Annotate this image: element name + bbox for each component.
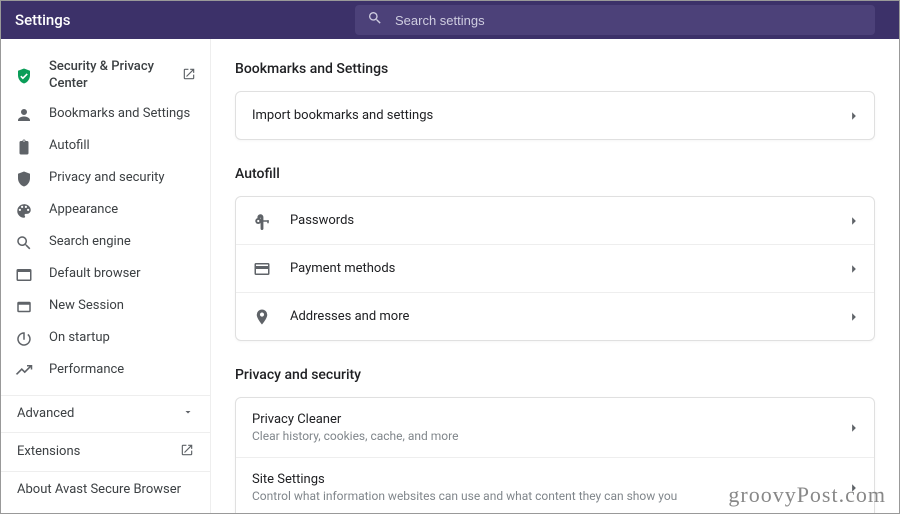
palette-icon: [15, 202, 33, 220]
chevron-right-icon: [850, 418, 858, 437]
sidebar-item-label: On startup: [49, 330, 196, 347]
sidebar-item-autofill[interactable]: Autofill: [1, 131, 210, 163]
sidebar-item-label: New Session: [49, 298, 196, 315]
external-link-icon: [182, 67, 196, 85]
row-sublabel: Control what information websites can us…: [252, 489, 832, 503]
sidebar-item-default-browser[interactable]: Default browser: [1, 259, 210, 291]
sidebar-extensions[interactable]: Extensions: [1, 432, 210, 471]
sidebar-about[interactable]: About Avast Secure Browser: [1, 471, 210, 507]
person-icon: [15, 106, 33, 124]
advanced-label: Advanced: [17, 406, 74, 421]
sidebar-item-appearance[interactable]: Appearance: [1, 195, 210, 227]
performance-icon: [15, 362, 33, 380]
shield-icon: [15, 170, 33, 188]
row-site-settings[interactable]: Site Settings Control what information w…: [236, 458, 874, 513]
search-icon: [367, 10, 383, 30]
sidebar-advanced-toggle[interactable]: Advanced: [1, 395, 210, 432]
sidebar-item-performance[interactable]: Performance: [1, 355, 210, 387]
header: Settings: [1, 1, 899, 39]
section-title-autofill: Autofill: [235, 166, 875, 182]
row-import-bookmarks[interactable]: Import bookmarks and settings: [236, 92, 874, 139]
card-autofill: Passwords Payment methods Addresses and …: [235, 196, 875, 341]
browser-icon: [15, 266, 33, 284]
row-label: Import bookmarks and settings: [252, 108, 832, 123]
sidebar-item-label: Security & Privacy Center: [49, 59, 166, 93]
chevron-right-icon: [850, 211, 858, 230]
sidebar-item-label: Bookmarks and Settings: [49, 106, 196, 123]
search-box[interactable]: [355, 5, 875, 35]
extensions-label: Extensions: [17, 444, 80, 459]
search-input[interactable]: [395, 13, 863, 28]
sidebar-item-label: Privacy and security: [49, 170, 196, 187]
key-icon: [252, 212, 272, 230]
sidebar-item-label: Default browser: [49, 266, 196, 283]
sidebar-item-label: Performance: [49, 362, 196, 379]
sidebar-item-new-session[interactable]: New Session: [1, 291, 210, 323]
power-icon: [15, 330, 33, 348]
row-sublabel: Clear history, cookies, cache, and more: [252, 429, 832, 443]
row-label: Passwords: [290, 213, 832, 228]
sidebar-item-label: Autofill: [49, 138, 196, 155]
card-icon: [252, 260, 272, 278]
page-title: Settings: [15, 11, 335, 29]
main-content: Bookmarks and Settings Import bookmarks …: [211, 39, 899, 513]
shield-check-icon: [15, 67, 33, 85]
sidebar-item-label: Appearance: [49, 202, 196, 219]
row-label: Payment methods: [290, 261, 832, 276]
chevron-right-icon: [850, 259, 858, 278]
sidebar-item-security-privacy-center[interactable]: Security & Privacy Center: [1, 53, 210, 99]
sidebar-item-search-engine[interactable]: Search engine: [1, 227, 210, 259]
chevron-down-icon: [182, 406, 194, 422]
section-title-privacy: Privacy and security: [235, 367, 875, 383]
row-label: Addresses and more: [290, 309, 832, 324]
sidebar-item-privacy[interactable]: Privacy and security: [1, 163, 210, 195]
card-bookmarks: Import bookmarks and settings: [235, 91, 875, 140]
row-payment-methods[interactable]: Payment methods: [236, 245, 874, 293]
sidebar-item-on-startup[interactable]: On startup: [1, 323, 210, 355]
external-link-icon: [180, 443, 194, 461]
sidebar: Security & Privacy Center Bookmarks and …: [1, 39, 211, 513]
sidebar-item-label: Search engine: [49, 234, 196, 251]
row-privacy-cleaner[interactable]: Privacy Cleaner Clear history, cookies, …: [236, 398, 874, 458]
search-icon: [15, 234, 33, 252]
row-addresses[interactable]: Addresses and more: [236, 293, 874, 340]
clipboard-icon: [15, 138, 33, 156]
row-label: Site Settings: [252, 472, 832, 487]
chevron-right-icon: [850, 106, 858, 125]
chevron-right-icon: [850, 478, 858, 497]
sidebar-item-bookmarks[interactable]: Bookmarks and Settings: [1, 99, 210, 131]
card-privacy: Privacy Cleaner Clear history, cookies, …: [235, 397, 875, 513]
chevron-right-icon: [850, 307, 858, 326]
pin-icon: [252, 308, 272, 326]
about-label: About Avast Secure Browser: [17, 482, 181, 497]
row-label: Privacy Cleaner: [252, 412, 832, 427]
row-passwords[interactable]: Passwords: [236, 197, 874, 245]
section-title-bookmarks: Bookmarks and Settings: [235, 61, 875, 77]
tab-icon: [15, 298, 33, 316]
